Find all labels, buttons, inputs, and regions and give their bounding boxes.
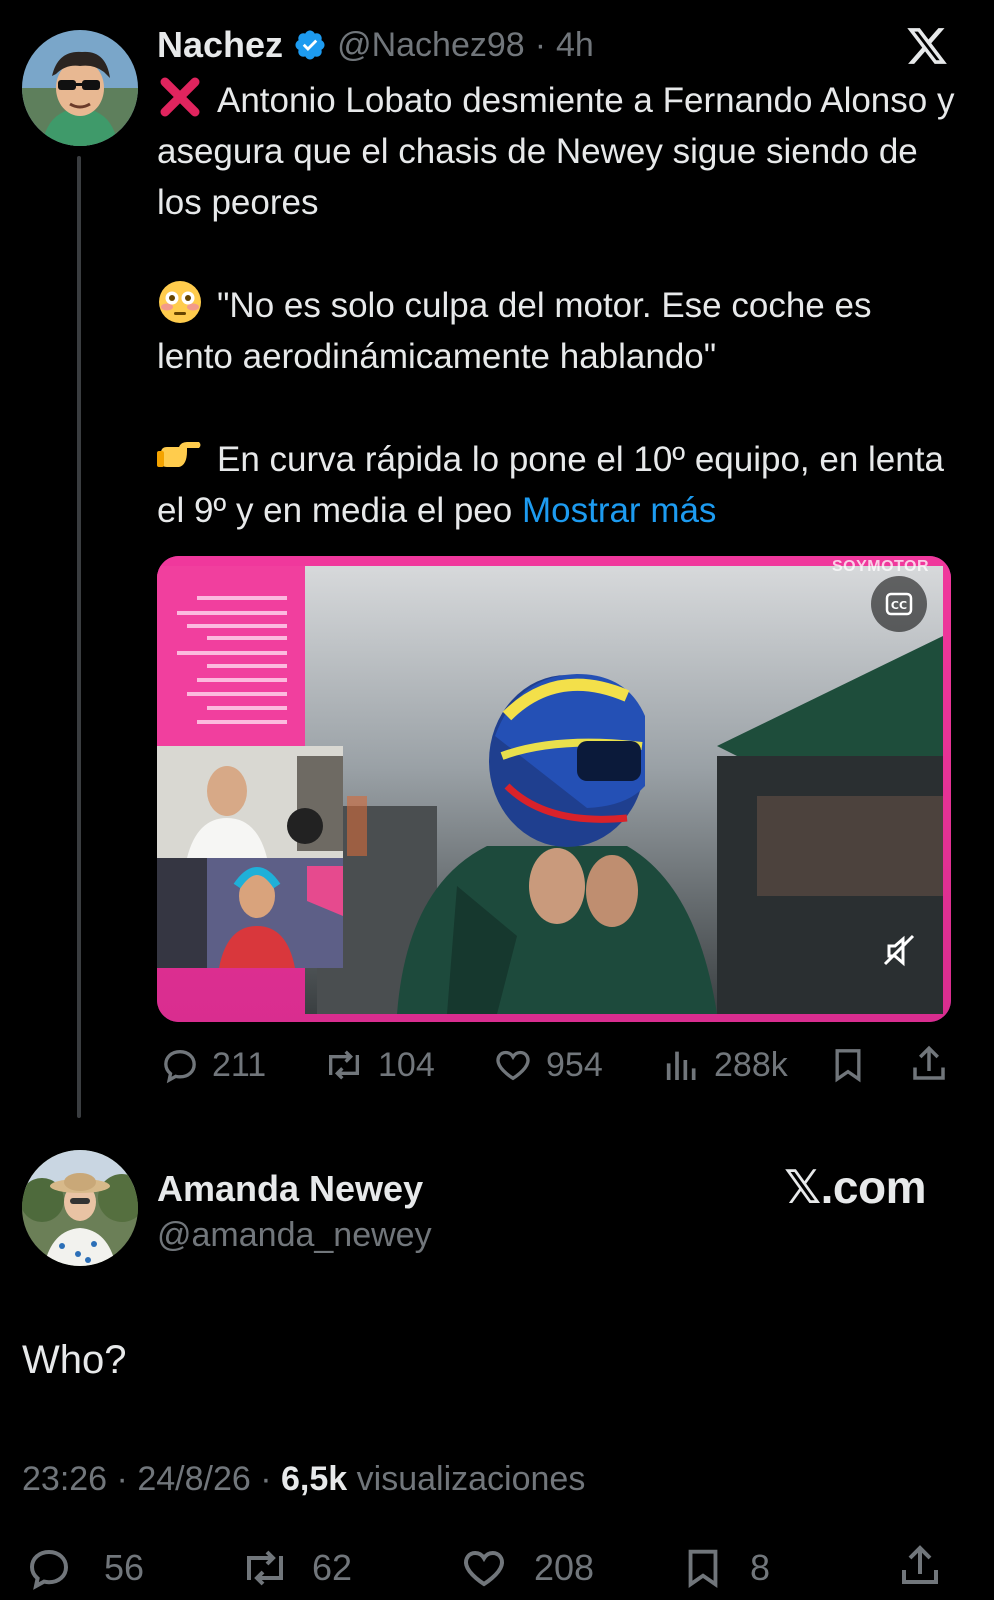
- reply-reply-count: 56: [104, 1547, 145, 1588]
- reply-author-name[interactable]: Amanda Newey: [157, 1168, 423, 1210]
- reply-meta: 23:26 · 24/8/26 · 6,5k visualizaciones: [22, 1460, 585, 1499]
- reply-date[interactable]: 24/8/26: [137, 1460, 250, 1498]
- reply-views-label: visualizaciones: [356, 1460, 586, 1498]
- bookmark-icon[interactable]: [828, 1045, 868, 1090]
- reply-repost-count: 62: [312, 1547, 353, 1588]
- tweet-time[interactable]: 4h: [556, 26, 594, 65]
- like-count: 954: [546, 1045, 603, 1084]
- tweet-line-1: Antonio Lobato desmiente a Fernando Alon…: [157, 81, 955, 222]
- reply-author-handle[interactable]: @amanda_newey: [157, 1216, 432, 1255]
- repost-icon: [329, 1050, 359, 1080]
- verified-badge-icon: [293, 28, 327, 62]
- tweet-text: Antonio Lobato desmiente a Fernando Alon…: [157, 74, 957, 536]
- author-handle[interactable]: @Nachez98: [337, 26, 525, 65]
- reply-like-count: 208: [534, 1547, 595, 1588]
- pointing-hand-icon: [157, 433, 203, 479]
- reply-time[interactable]: 23:26: [22, 1460, 107, 1498]
- reply-share-icon[interactable]: [896, 1542, 944, 1595]
- reply-repost-button[interactable]: 62: [238, 1544, 352, 1592]
- reply-icon: [164, 1049, 196, 1084]
- tweet-header: Nachez @Nachez98 · 4h: [157, 24, 594, 66]
- share-icon[interactable]: [908, 1043, 950, 1090]
- repost-icon: [247, 1550, 283, 1586]
- reply-icon: [29, 1549, 69, 1590]
- reply-reply-button[interactable]: 56: [24, 1544, 144, 1592]
- heart-icon: [496, 1050, 530, 1081]
- reply-bookmark-count: 8: [750, 1547, 771, 1588]
- heart-icon: [464, 1550, 504, 1587]
- x-com-brand: 𝕏.com: [784, 1161, 926, 1213]
- reply-bookmark-button[interactable]: 8: [680, 1544, 770, 1592]
- views-count: 288k: [714, 1045, 788, 1084]
- media-watermark: SOYMOTOR: [831, 558, 929, 575]
- reply-button[interactable]: 211: [160, 1045, 266, 1085]
- bookmark-icon: [688, 1549, 718, 1588]
- separator-dot: ·: [534, 25, 547, 64]
- views-button[interactable]: 288k: [662, 1045, 788, 1085]
- red-cross-icon: [157, 74, 203, 120]
- meta-separator: ·: [116, 1460, 138, 1498]
- video-media[interactable]: CC SOYMOTOR: [157, 556, 951, 1022]
- reply-count: 211: [212, 1045, 267, 1084]
- author-name[interactable]: Nachez: [157, 24, 283, 66]
- show-more-link[interactable]: Mostrar más: [522, 491, 716, 530]
- tweet-line-2: "No es solo culpa del motor. Ese coche e…: [157, 286, 872, 376]
- flushed-face-icon: [157, 279, 203, 325]
- nachez-avatar[interactable]: [22, 30, 138, 146]
- like-button[interactable]: 954: [492, 1045, 603, 1085]
- svg-text:CC: CC: [891, 599, 907, 612]
- meta-separator: ·: [260, 1460, 282, 1498]
- x-logo-icon[interactable]: [904, 24, 950, 68]
- reply-like-button[interactable]: 208: [458, 1544, 594, 1592]
- thread-connector-line: [77, 156, 81, 1118]
- reply-views-count: 6,5k: [281, 1460, 348, 1498]
- reply-text: Who?: [22, 1338, 127, 1382]
- repost-count: 104: [378, 1045, 435, 1084]
- repost-button[interactable]: 104: [322, 1045, 435, 1085]
- amanda-avatar[interactable]: [22, 1150, 138, 1266]
- analytics-icon: [666, 1051, 696, 1080]
